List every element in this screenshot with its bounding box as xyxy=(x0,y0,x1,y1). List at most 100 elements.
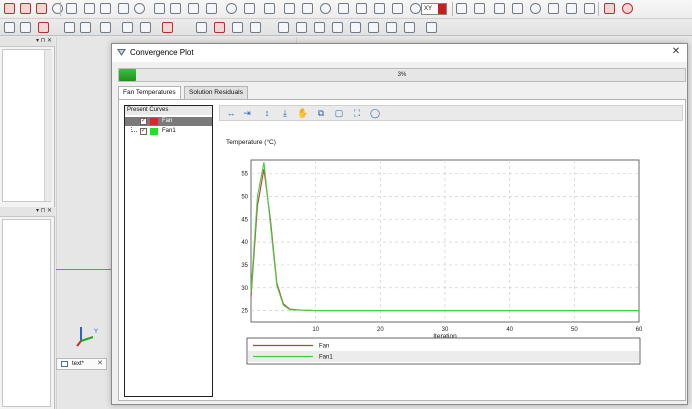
toolbar-tool-icon[interactable] xyxy=(80,22,91,33)
toolbar-tool-icon[interactable] xyxy=(134,3,145,14)
toolbar-tool-icon[interactable] xyxy=(374,3,385,14)
reset-view-icon[interactable]: ◯ xyxy=(368,107,382,120)
pan-left-right-icon[interactable]: ↔ xyxy=(224,107,238,120)
pan-up-down-icon[interactable]: ↕ xyxy=(260,107,274,120)
toolbar-tool-icon[interactable] xyxy=(566,3,577,14)
toolbar-tool-icon[interactable] xyxy=(622,3,633,14)
toolbar-tool-icon[interactable] xyxy=(196,22,207,33)
hand-pan-icon[interactable]: ✋ xyxy=(296,107,310,120)
document-tab[interactable]: text* ✕ xyxy=(56,358,107,370)
left-dock-panel: ▾ ⊓ ✕ ▾ ⊓ ✕ xyxy=(0,37,55,409)
close-button[interactable]: ✕ xyxy=(670,46,682,58)
legend-label-fan1: Fan1 xyxy=(319,355,333,361)
toolbar-tool-icon[interactable] xyxy=(494,3,505,14)
curve-item-fan1[interactable]: ✓ Fan1 xyxy=(125,127,212,136)
toolbar-tool-icon[interactable] xyxy=(548,3,559,14)
toolbar-tool-icon[interactable] xyxy=(368,22,379,33)
toolbar-tool-icon[interactable] xyxy=(52,3,63,14)
toolbar-tool-icon[interactable] xyxy=(296,22,307,33)
toolbar-tool-icon[interactable] xyxy=(264,3,275,14)
document-icon xyxy=(61,361,68,367)
toolbar-tool-icon[interactable] xyxy=(122,22,133,33)
toolbar-tool-icon[interactable] xyxy=(140,22,151,33)
zoom-vertical-icon[interactable]: ⤓ xyxy=(278,107,292,120)
toolbar-tool-icon[interactable] xyxy=(118,3,129,14)
toolbar-tool-icon[interactable] xyxy=(162,22,173,33)
x-tick-label: 40 xyxy=(506,327,513,333)
toolbar-tool-icon[interactable] xyxy=(100,22,111,33)
toolbar-tool-icon[interactable] xyxy=(584,3,595,14)
toolbar-tool-icon[interactable] xyxy=(332,22,343,33)
y-tick-label: 25 xyxy=(241,309,248,315)
toolbar-tool-icon[interactable] xyxy=(314,22,325,33)
curve-checkbox[interactable]: ✓ xyxy=(140,128,147,135)
zoom-horizontal-icon[interactable]: ⇥ xyxy=(240,107,254,120)
panel-header-1[interactable]: ▾ ⊓ ✕ xyxy=(0,37,55,47)
zoom-extents-icon[interactable]: ⛶ xyxy=(350,107,364,120)
curve-item-fan[interactable]: ✓ Fan xyxy=(125,117,212,126)
toolbar-tool-icon[interactable] xyxy=(64,22,75,33)
toolbar-tool-icon[interactable] xyxy=(386,22,397,33)
toolbar-tool-icon[interactable] xyxy=(244,3,255,14)
toolbar-tool-icon[interactable] xyxy=(20,3,31,14)
convergence-plot-dialog: Convergence Plot ✕ 3% Fan Temperatures S… xyxy=(111,43,688,405)
toolbar-tool-icon[interactable] xyxy=(356,3,367,14)
toolbar-tool-icon[interactable] xyxy=(188,3,199,14)
chart-area[interactable]: Temperature (°C) 10 20 30 40 50 60 25 30 35 40 45 50… xyxy=(220,124,683,398)
toolbar-tool-icon[interactable] xyxy=(4,22,15,33)
toolbar-tool-icon[interactable] xyxy=(392,3,403,14)
tree-scrollbar[interactable] xyxy=(44,50,52,201)
toolbar-tool-icon[interactable] xyxy=(170,3,181,14)
toolbar-tool-icon[interactable] xyxy=(320,3,331,14)
tree-branch xyxy=(131,127,137,132)
toolbar-tool-icon[interactable] xyxy=(38,22,49,33)
toolbar-tool-icon[interactable] xyxy=(474,3,485,14)
legend-label-fan: Fan xyxy=(319,344,329,350)
curve-label: Fan xyxy=(162,118,173,124)
toolbar-row-2 xyxy=(0,18,692,36)
toolbar-tool-icon[interactable] xyxy=(100,3,111,14)
toolbar-tool-icon[interactable] xyxy=(302,3,313,14)
tab-fan-temperatures[interactable]: Fan Temperatures xyxy=(118,86,181,100)
present-curves-header: Present Curves xyxy=(125,106,212,115)
toolbar-tool-icon[interactable] xyxy=(426,22,437,33)
chevron-down-icon[interactable] xyxy=(438,4,446,14)
panel-header-2[interactable]: ▾ ⊓ ✕ xyxy=(0,207,55,217)
toolbar-tool-icon[interactable] xyxy=(20,22,31,33)
toolbar-tool-icon[interactable] xyxy=(350,22,361,33)
toolbar-tool-icon[interactable] xyxy=(284,3,295,14)
fit-window-icon[interactable]: ▢ xyxy=(332,107,346,120)
toolbar-tool-icon[interactable] xyxy=(36,3,47,14)
toolbar-tool-icon[interactable] xyxy=(250,22,261,33)
document-tab-label: text* xyxy=(72,361,85,367)
toolbar-tool-icon[interactable] xyxy=(530,3,541,14)
view-plane-select[interactable]: XY xyxy=(421,3,447,15)
toolbar-tool-icon[interactable] xyxy=(338,3,349,14)
main-toolbar: XY xyxy=(0,0,692,36)
tab-solution-residuals[interactable]: Solution Residuals xyxy=(184,86,248,99)
close-icon[interactable]: ✕ xyxy=(97,359,103,369)
toolbar-tool-icon[interactable] xyxy=(226,3,237,14)
toolbar-tool-icon[interactable] xyxy=(66,3,77,14)
toolbar-tool-icon[interactable] xyxy=(4,3,15,14)
toolbar-tool-icon[interactable] xyxy=(214,22,225,33)
toolbar-tool-icon[interactable] xyxy=(232,22,243,33)
convergence-chart[interactable]: Temperature (°C)10 20 30 40 50 60253035404550… xyxy=(220,124,683,398)
toolbar-tool-icon[interactable] xyxy=(206,3,217,14)
toolbar-tool-icon[interactable] xyxy=(604,3,615,14)
zoom-box-icon[interactable]: ⧉ xyxy=(314,107,328,120)
y-axis-label: Temperature (°C) xyxy=(226,138,276,146)
curve-checkbox[interactable]: ✓ xyxy=(140,118,147,125)
properties-panel[interactable] xyxy=(2,219,51,407)
toolbar-tool-icon[interactable] xyxy=(410,3,421,14)
toolbar-tool-icon[interactable] xyxy=(278,22,289,33)
toolbar-tool-icon[interactable] xyxy=(456,3,467,14)
curve-color-swatch xyxy=(150,128,158,135)
toolbar-tool-icon[interactable] xyxy=(404,22,415,33)
x-axis-line xyxy=(56,269,116,270)
toolbar-tool-icon[interactable] xyxy=(84,3,95,14)
toolbar-tool-icon[interactable] xyxy=(512,3,523,14)
toolbar-tool-icon[interactable] xyxy=(154,3,165,14)
dialog-titlebar[interactable]: Convergence Plot ✕ xyxy=(112,44,687,62)
triad-label: Y xyxy=(94,329,98,335)
